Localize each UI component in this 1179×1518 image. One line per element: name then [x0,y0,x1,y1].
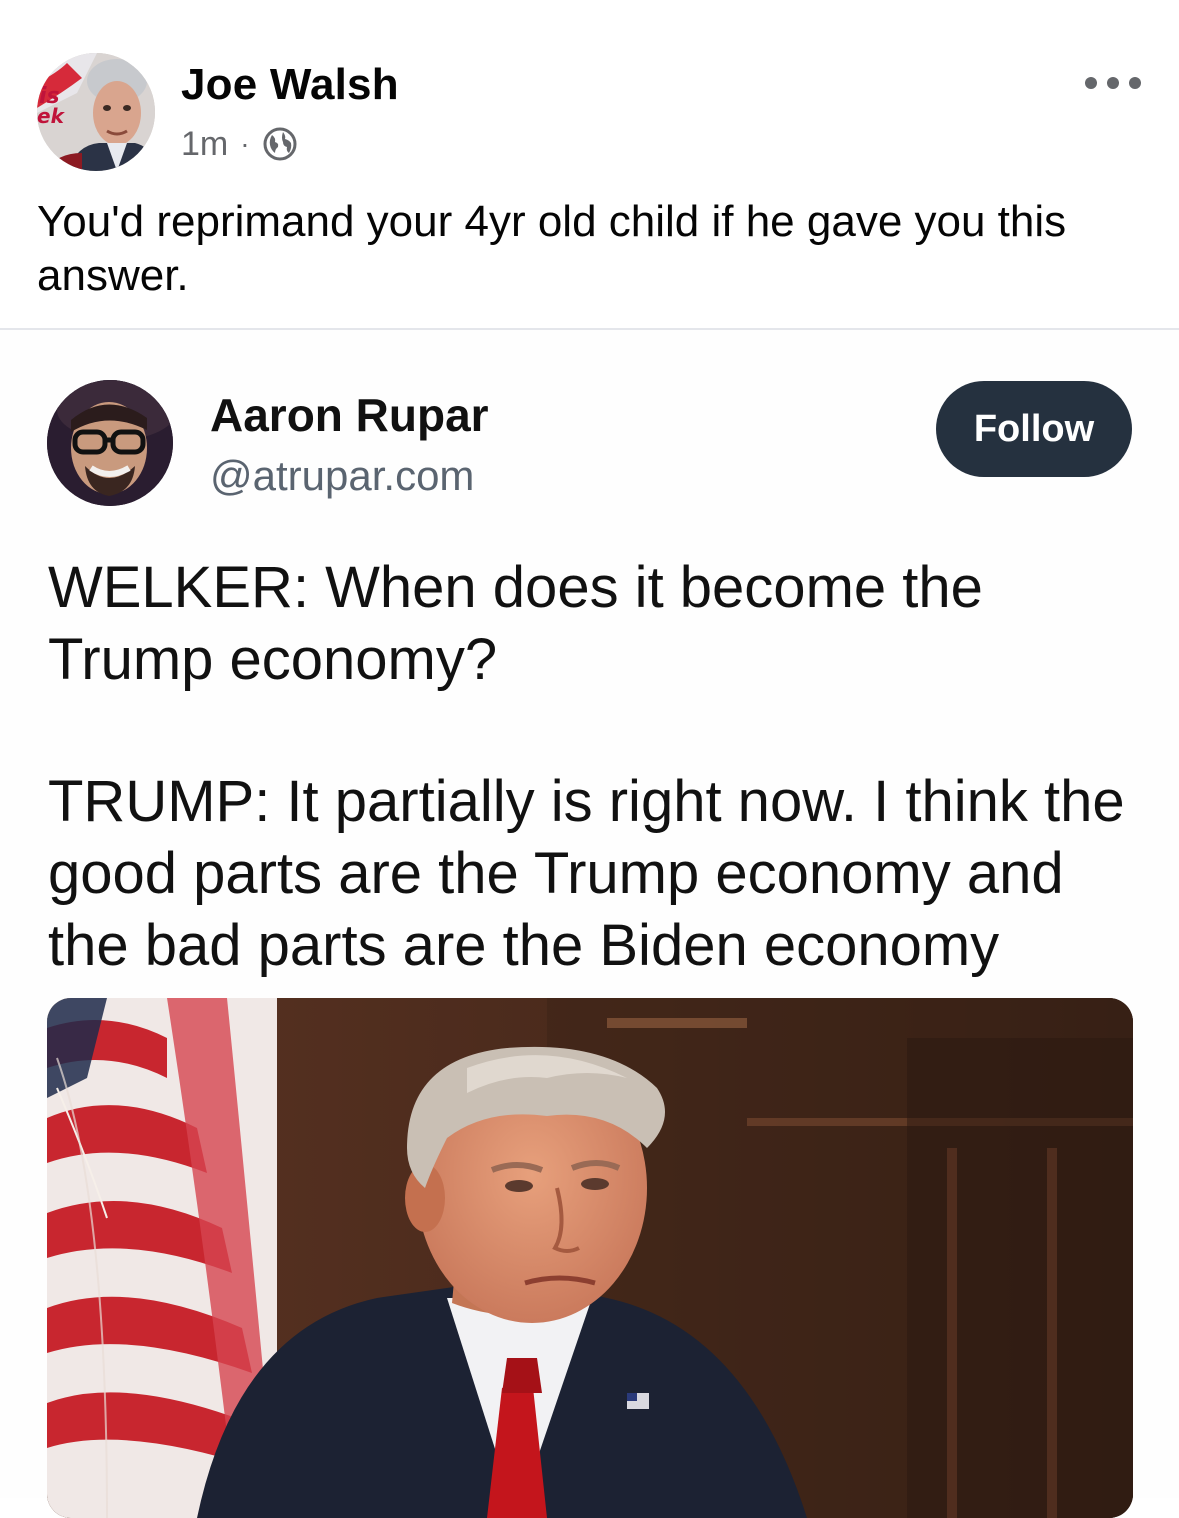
embed-author-name[interactable]: Aaron Rupar [210,388,489,442]
embedded-post: Aaron Rupar @atrupar.com Follow WELKER: … [0,330,1179,1518]
meta-separator: · [240,128,250,159]
embed-author-avatar[interactable] [47,380,173,506]
follow-button[interactable]: Follow [936,381,1132,477]
embed-text: WELKER: When does it become the Trump ec… [48,552,1148,982]
author-avatar[interactable]: is ek [37,53,155,171]
more-options-icon[interactable] [1085,70,1141,96]
post-header: is ek Joe Walsh 1m · You'd reprimand you… [0,0,1179,330]
embed-photo[interactable] [47,998,1133,1518]
post-meta: 1m · [181,124,298,164]
post-text: You'd reprimand your 4yr old child if he… [37,197,1067,300]
globe-icon [262,126,298,162]
embed-paragraph: WELKER: When does it become the Trump ec… [48,555,983,692]
svg-text:ek: ek [37,104,66,128]
post-time[interactable]: 1m [181,125,228,164]
embed-author-handle[interactable]: @atrupar.com [210,452,474,500]
embed-paragraph: TRUMP: It partially is right now. I thin… [48,769,1125,978]
author-name[interactable]: Joe Walsh [181,60,399,110]
